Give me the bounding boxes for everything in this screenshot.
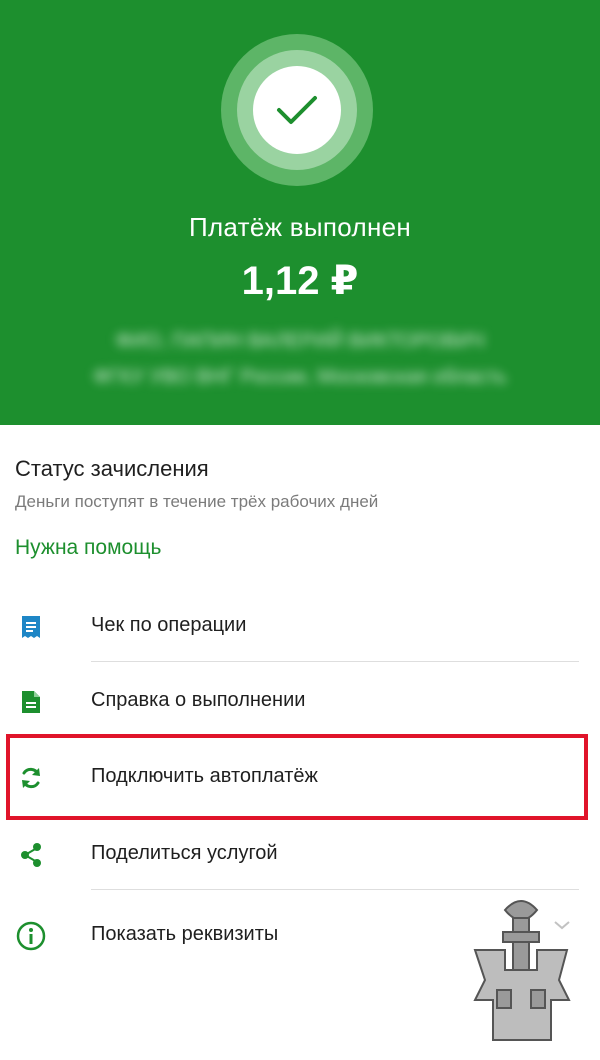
action-label: Показать реквизиты [91, 923, 279, 945]
emblem-watermark-icon [455, 890, 587, 1050]
highlight-frame [6, 734, 588, 820]
success-badge [221, 34, 373, 186]
action-label: Чек по операции [91, 614, 247, 636]
recipient-org-redacted: ФГКУ УВО ВНГ России, Московская область [93, 366, 507, 388]
recipient-name-redacted: ФИО, ПАПИН ВАЛЕРИЙ ВИКТОРОВИЧ [115, 330, 485, 352]
success-badge-ring [237, 50, 357, 170]
crediting-status-title: Статус зачисления [15, 456, 209, 481]
payment-amount: 1,12 ₽ [241, 259, 359, 303]
crediting-status-subtitle: Деньги поступят в течение трёх рабочих д… [15, 492, 379, 511]
info-icon [16, 921, 46, 951]
check-icon [253, 66, 341, 154]
divider [91, 661, 579, 662]
receipt-icon [16, 612, 46, 642]
action-receipt[interactable]: Чек по операции [0, 588, 600, 664]
payment-status-title: Платёж выполнен [188, 212, 412, 242]
action-certificate[interactable]: Справка о выполнении [0, 663, 600, 739]
action-label: Поделиться услугой [91, 842, 278, 864]
action-label: Справка о выполнении [91, 689, 306, 711]
document-icon [16, 687, 46, 717]
success-header: Платёж выполнен 1,12 ₽ ФИО, ПАПИН ВАЛЕРИ… [0, 0, 600, 425]
share-icon [16, 840, 46, 870]
action-share[interactable]: Поделиться услугой [0, 816, 600, 892]
help-link[interactable]: Нужна помощь [15, 536, 161, 560]
